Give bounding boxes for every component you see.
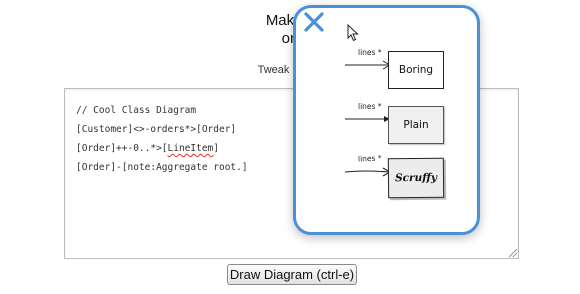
style-box-plain: Plain xyxy=(388,106,444,144)
code-line-2: [Customer]<>-orders*>[Order] xyxy=(76,124,237,135)
style-option-boring[interactable]: lines * Boring xyxy=(342,48,452,94)
style-option-scruffy[interactable]: lines * Scruffy xyxy=(342,153,452,200)
close-x-icon[interactable] xyxy=(302,10,326,34)
style-box-scruffy: Scruffy xyxy=(387,157,445,199)
code-line-3-start: [Order]++-0..*>[ xyxy=(76,143,168,154)
style-box-boring: Boring xyxy=(388,51,444,89)
spellcheck-word: LineItem xyxy=(167,143,214,154)
page-heading-line-2: on xyxy=(281,30,299,47)
mouse-pointer-icon xyxy=(347,24,359,42)
resize-handle[interactable] xyxy=(509,249,517,257)
association-arrow xyxy=(345,167,391,177)
draw-diagram-button[interactable]: Draw Diagram (ctrl-e) xyxy=(227,264,357,285)
tweak-prefix: Tweak xyxy=(257,64,293,76)
association-arrow xyxy=(345,116,390,122)
code-line-3: [Order]++-0..*>[LineItem] xyxy=(76,139,248,158)
code-area[interactable]: // Cool Class Diagram [Customer]<>-order… xyxy=(76,101,248,177)
code-line-4: [Order]-[note:Aggregate root.] xyxy=(76,162,248,173)
style-picker-popup: lines * Boring lines * Plain lines * Scr… xyxy=(293,5,480,235)
page-heading-line-1: Make it xyxy=(265,12,315,29)
code-line-1: // Cool Class Diagram xyxy=(76,105,197,116)
association-arrow xyxy=(345,60,391,70)
tweak-hint: Tweak size a xyxy=(0,64,580,76)
code-line-3-end: ] xyxy=(213,143,220,154)
style-option-plain[interactable]: lines * Plain xyxy=(342,102,452,148)
